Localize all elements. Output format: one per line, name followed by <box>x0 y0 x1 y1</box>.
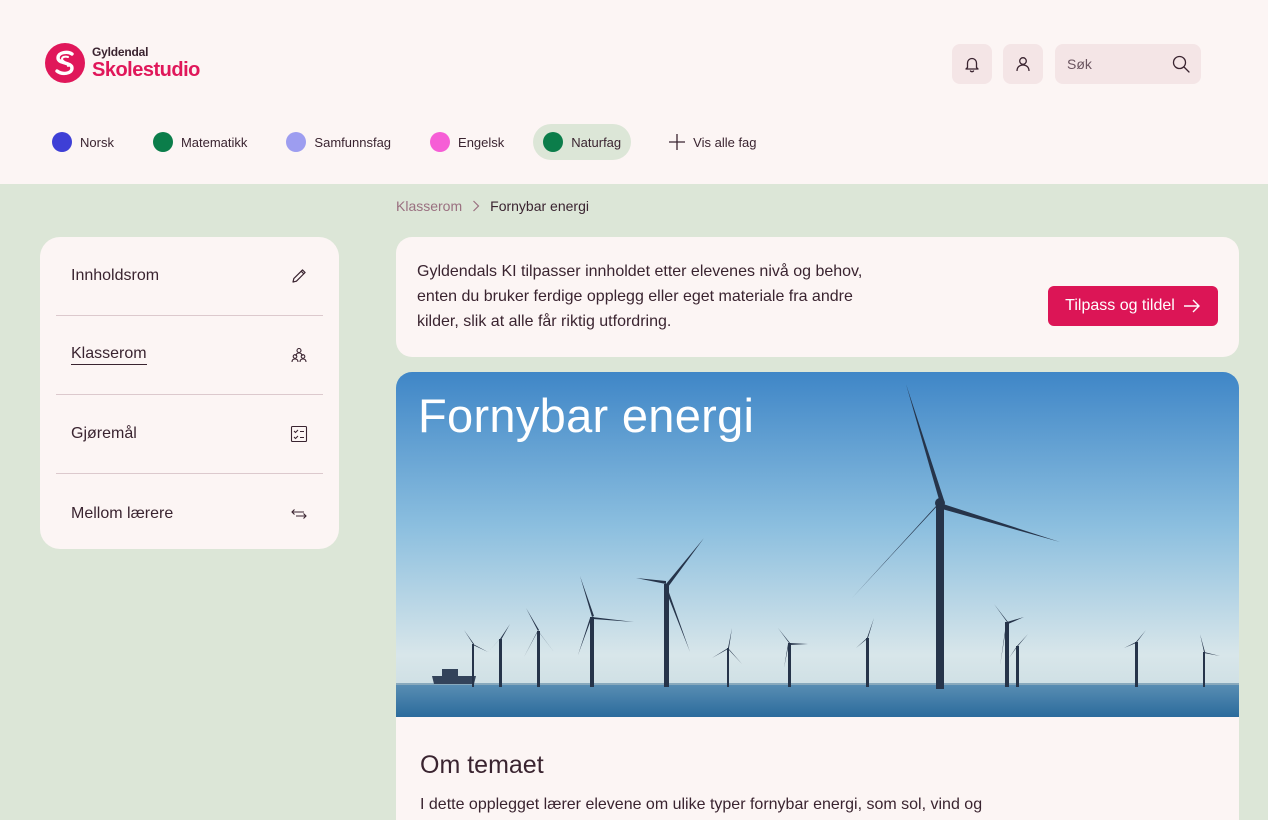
subject-samfunnsfag[interactable]: Samfunnsfag <box>276 124 401 160</box>
hero-title: Fornybar energi <box>418 389 755 442</box>
sidebar-item-innholdsrom[interactable]: Innholdsrom <box>56 237 323 316</box>
section-heading: Om temaet <box>420 751 544 779</box>
subject-color-dot <box>430 132 451 152</box>
tilpass-og-tildel-button[interactable]: Tilpass og tildel <box>1048 286 1218 326</box>
sidebar-item-klasserom[interactable]: Klasserom <box>56 316 323 395</box>
arrow-right-icon <box>1183 299 1200 313</box>
pencil-icon <box>292 269 306 283</box>
subject-color-dot <box>52 132 72 152</box>
sidebar-item-label: Innholdsrom <box>71 267 160 284</box>
breadcrumb-current: Fornybar energi <box>490 198 589 214</box>
bell-icon <box>965 57 979 73</box>
sidebar-item-label: Mellom lærere <box>71 504 174 522</box>
brand-logo[interactable]: Gyldendal Skolestudio <box>44 42 200 84</box>
subject-nav: Norsk Matematikk Samfunnsfag Engelsk Nat… <box>42 124 757 160</box>
show-all-subjects-button[interactable]: Vis alle fag <box>668 133 757 151</box>
sidebar-item-label: Klasserom <box>71 345 147 365</box>
search-box[interactable] <box>1055 44 1201 84</box>
show-all-label: Vis alle fag <box>693 134 757 150</box>
subject-color-dot <box>286 132 307 152</box>
user-icon <box>1016 57 1030 72</box>
app-header: Gyldendal Skolestudio Norsk Matematikk <box>0 0 1268 184</box>
checklist-icon <box>290 425 308 443</box>
subject-label: Samfunnsfag <box>314 134 392 150</box>
subject-label: Matematikk <box>180 134 248 150</box>
brand-publisher: Gyldendal <box>92 45 149 59</box>
plus-icon <box>669 134 686 150</box>
subject-color-dot <box>543 132 564 152</box>
sidebar-item-label: Gjøremål <box>71 425 137 442</box>
topic-content: Om temaet I dette opplegget lærer eleven… <box>396 717 1239 820</box>
hero-banner: Fornybar energi <box>396 372 1239 717</box>
sidebar-item-gjoremal[interactable]: Gjøremål <box>56 395 323 474</box>
profile-button[interactable] <box>1003 44 1043 84</box>
ai-info-text: Gyldendals KI tilpasser innholdet etter … <box>417 263 863 330</box>
subject-matematikk[interactable]: Matematikk <box>143 124 257 160</box>
subject-label: Engelsk <box>458 134 505 150</box>
cta-label: Tilpass og tildel <box>1065 297 1175 314</box>
breadcrumb-parent-link[interactable]: Klasserom <box>396 198 462 214</box>
people-icon <box>291 347 307 363</box>
subject-label: Norsk <box>80 134 114 150</box>
subject-color-dot <box>152 132 173 152</box>
section-body: I dette opplegget lærer elevene om ulike… <box>420 796 983 813</box>
arrows-exchange-icon <box>291 508 307 519</box>
subject-label: Naturfag <box>571 134 622 150</box>
subject-naturfag[interactable]: Naturfag <box>533 124 632 160</box>
sidebar-item-mellom-laerere[interactable]: Mellom lærere <box>56 474 323 553</box>
skolestudio-logo-icon <box>45 43 85 83</box>
search-icon[interactable] <box>1171 54 1191 74</box>
brand-product: Skolestudio <box>92 59 200 81</box>
subject-norsk[interactable]: Norsk <box>42 124 124 160</box>
sidebar: Innholdsrom Klasserom Gjøremål Mellom læ… <box>40 237 339 549</box>
ai-info-card: Gyldendals KI tilpasser innholdet etter … <box>396 237 1239 357</box>
chevron-right-icon <box>473 200 480 212</box>
subject-engelsk[interactable]: Engelsk <box>420 124 514 160</box>
breadcrumb: Klasserom Fornybar energi <box>396 198 589 214</box>
notifications-button[interactable] <box>952 44 992 84</box>
